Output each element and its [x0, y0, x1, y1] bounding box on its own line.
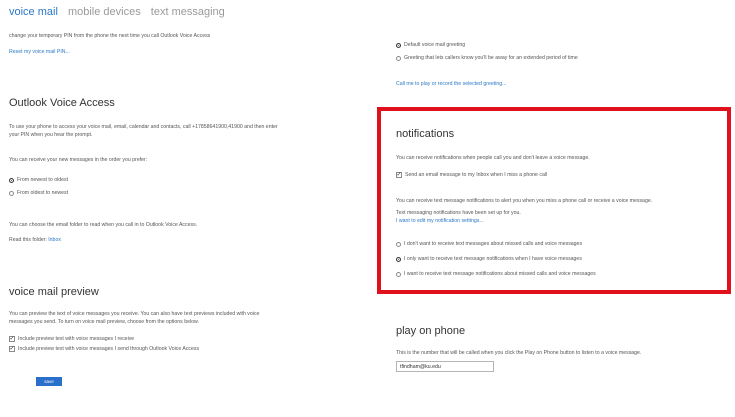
tab-bar: voice mail mobile devices text messaging	[9, 6, 232, 18]
tab-voice-mail[interactable]: voice mail	[9, 6, 58, 18]
checkbox-checked-icon[interactable]: ✓	[9, 346, 15, 352]
reset-pin-link[interactable]: Reset my voice mail PIN...	[9, 49, 70, 55]
inbox-folder-link[interactable]: Inbox	[48, 237, 61, 243]
preview-send-option[interactable]: ✓ Include preview text with voice messag…	[9, 346, 199, 352]
greeting-option-default[interactable]: Default voice mail greeting	[396, 42, 465, 48]
checkbox-checked-icon[interactable]: ✓	[9, 336, 15, 342]
read-folder-label: Read this folder:	[9, 237, 47, 243]
tab-mobile-devices[interactable]: mobile devices	[68, 6, 141, 18]
radio-icon[interactable]	[9, 190, 14, 196]
text-notifications-description: You can receive text message notificatio…	[396, 198, 653, 204]
radio-icon[interactable]	[396, 241, 401, 247]
preview-description-1: You can preview the text of voice messag…	[9, 311, 260, 317]
preview-receive-option[interactable]: ✓ Include preview text with voice messag…	[9, 336, 134, 342]
folder-description: You can choose the email folder to read …	[9, 222, 198, 228]
play-on-phone-description: This is the number that will be called w…	[396, 350, 642, 356]
notifications-heading: notifications	[396, 128, 455, 140]
radio-selected-icon[interactable]	[9, 177, 14, 183]
ova-description-1: To use your phone to access your voice m…	[9, 124, 278, 130]
order-option-oldest[interactable]: From oldest to newest	[9, 190, 68, 196]
notifications-description: You can receive notifications when peopl…	[396, 155, 590, 161]
checkbox-checked-icon[interactable]: ✓	[396, 172, 402, 178]
play-on-phone-number-input[interactable]	[396, 361, 494, 372]
tab-text-messaging[interactable]: text messaging	[151, 6, 225, 18]
notify-option-all[interactable]: I want to receive text message notificat…	[396, 271, 596, 277]
radio-icon[interactable]	[396, 55, 401, 61]
message-order-label: You can receive your new messages in the…	[9, 157, 148, 163]
radio-selected-icon[interactable]	[396, 42, 401, 48]
pin-instructions: change your temporary PIN from the phone…	[9, 33, 211, 39]
edit-notification-settings-link[interactable]: I want to edit my notification settings.…	[396, 218, 484, 224]
call-me-greeting-link[interactable]: Call me to play or record the selected g…	[396, 81, 506, 87]
play-on-phone-heading: play on phone	[396, 325, 466, 337]
preview-heading: voice mail preview	[9, 286, 99, 298]
preview-description-2: messages you send. To turn on voice mail…	[9, 319, 199, 325]
radio-icon[interactable]	[396, 271, 401, 277]
read-folder-row: Read this folder: Inbox	[9, 237, 61, 244]
notify-option-none[interactable]: I don't want to receive text messages ab…	[396, 241, 582, 247]
text-setup-status: Text messaging notifications have been s…	[396, 210, 521, 216]
order-option-newest[interactable]: From newest to oldest	[9, 177, 68, 183]
save-button[interactable]: save	[36, 377, 62, 386]
notify-option-voice-only[interactable]: I only want to receive text message noti…	[396, 256, 582, 262]
radio-selected-icon[interactable]	[396, 256, 401, 262]
ova-description-2: your PIN when you hear the prompt.	[9, 132, 93, 138]
greeting-option-away[interactable]: Greeting that lets callers know you'll b…	[396, 55, 578, 61]
ova-heading: Outlook Voice Access	[9, 97, 115, 109]
email-missed-call-option[interactable]: ✓ Send an email message to my Inbox when…	[396, 172, 547, 178]
